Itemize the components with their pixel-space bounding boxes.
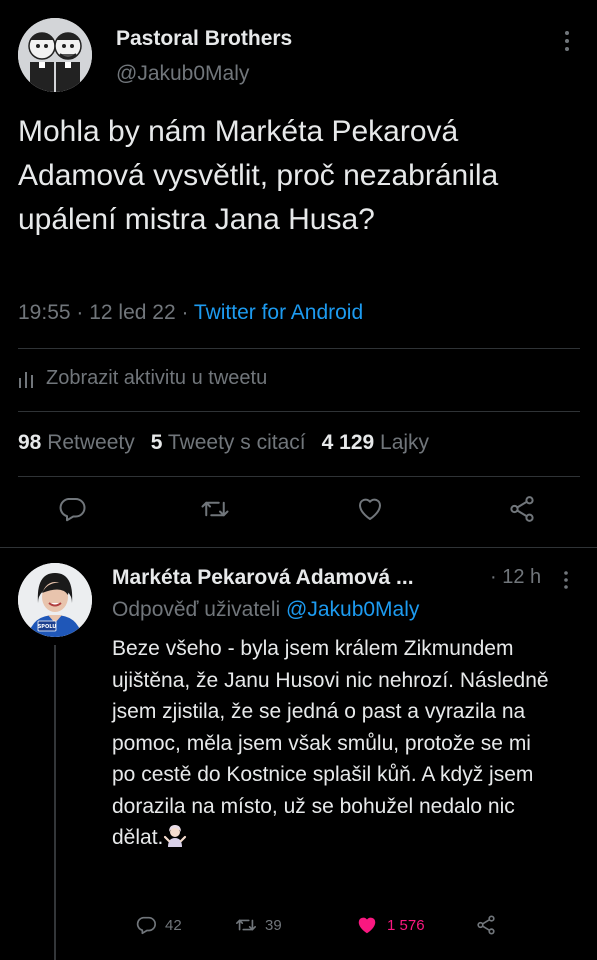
woman-shrugging-emoji-icon: [164, 825, 187, 847]
reply-icon: [136, 916, 156, 935]
reply-like-button[interactable]: 1 576: [355, 914, 425, 936]
author-handle[interactable]: @Jakub0Maly: [116, 62, 249, 86]
reply-actions: 42 39 1 576: [0, 914, 597, 942]
like-icon[interactable]: [355, 494, 389, 528]
avatar-illustration: [18, 18, 92, 92]
reply-timestamp[interactable]: · 12 h: [490, 566, 541, 589]
retweets-label: Retweety: [47, 431, 135, 454]
likes-stat[interactable]: 4 129 Lajky: [322, 431, 429, 454]
tweet-meta: 19:55 · 12 led 22 · Twitter for Android: [18, 301, 363, 325]
likes-label: Lajky: [380, 431, 430, 454]
reply-retweet-button[interactable]: 39: [235, 914, 282, 936]
likes-count: 4 129: [321, 431, 375, 454]
quotes-label: Tweety s citací: [167, 431, 306, 454]
reply-icon[interactable]: [57, 494, 91, 528]
more-options-icon[interactable]: [560, 30, 574, 52]
retweet-icon[interactable]: [200, 494, 234, 528]
tweet-timestamp[interactable]: 19:55 · 12 led 22 ·: [18, 301, 194, 324]
tweet-stats: 98 Retweety 5 Tweety s citací 4 129 Lajky: [18, 431, 429, 455]
share-icon: [477, 915, 495, 935]
view-activity-label: Zobrazit aktivitu u tweetu: [46, 367, 268, 389]
thread-line: [54, 645, 56, 960]
reply-avatar-photo: SPOLU: [18, 563, 92, 637]
tweet-text: Mohla by nám Markéta Pekarová Adamová vy…: [18, 115, 499, 236]
analytics-icon: [19, 371, 33, 388]
reply-author-name[interactable]: Markéta Pekarová Adamová ...: [112, 566, 414, 590]
retweet-icon: [236, 919, 256, 931]
reply-share-button[interactable]: [475, 914, 497, 936]
retweets-stat[interactable]: 98 Retweety: [18, 431, 135, 454]
tweet-source-app[interactable]: Twitter for Android: [194, 301, 363, 324]
retweets-count: 98: [18, 431, 42, 454]
spolu-badge-text: SPOLU: [38, 624, 57, 630]
reply-replies-count: 42: [165, 916, 182, 934]
divider: [18, 476, 580, 477]
reply-avatar[interactable]: SPOLU: [18, 563, 92, 637]
reply-to-label: Odpověď uživateli: [112, 598, 281, 621]
divider: [18, 348, 580, 349]
reply-text: Beze všeho - byla jsem králem Zikmundem …: [112, 633, 557, 854]
author-name[interactable]: Pastoral Brothers: [116, 27, 292, 51]
more-options-icon[interactable]: [563, 570, 575, 595]
reply-text-body: Beze všeho - byla jsem králem Zikmundem …: [112, 637, 549, 849]
tweet-actions: [0, 494, 597, 530]
view-activity-link[interactable]: Zobrazit aktivitu u tweetu: [18, 367, 267, 390]
reply-retweets-count: 39: [265, 916, 282, 934]
divider: [0, 547, 597, 548]
liked-heart-icon: [358, 917, 376, 934]
quotes-stat[interactable]: 5 Tweety s citací: [151, 431, 306, 454]
divider: [18, 411, 580, 412]
reply-to-handle[interactable]: @Jakub0Maly: [286, 598, 419, 621]
reply-reply-button[interactable]: 42: [135, 914, 182, 936]
reply-likes-count: 1 576: [387, 916, 425, 934]
quotes-count: 5: [150, 431, 163, 454]
reply-to-line: Odpověď uživateli @Jakub0Maly: [112, 598, 419, 622]
share-icon[interactable]: [507, 494, 541, 528]
avatar[interactable]: [18, 18, 92, 92]
